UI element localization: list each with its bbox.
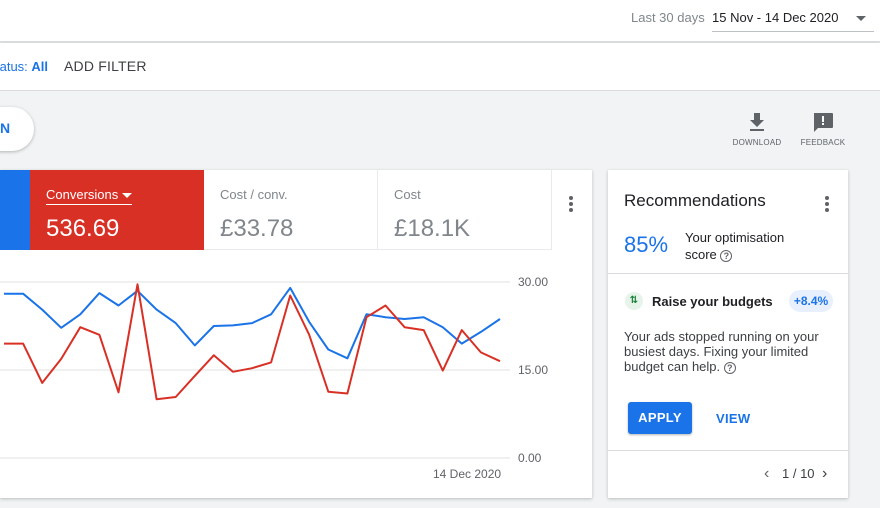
pager-count: 1 / 10: [782, 466, 815, 481]
optimisation-score-label: Your optimisation score ?: [685, 230, 785, 262]
help-icon[interactable]: ?: [720, 249, 733, 262]
divider: [608, 450, 848, 451]
series-line-1: [4, 283, 501, 401]
y-tick-label: 15.00: [518, 363, 548, 377]
date-range-label: Last 30 days: [631, 10, 705, 25]
download-label: DOWNLOAD: [732, 138, 782, 147]
date-range-value: 15 Nov - 14 Dec 2020: [712, 10, 839, 25]
y-tick-label: 30.00: [518, 275, 548, 289]
series-line-0: [4, 286, 501, 360]
top-bar: Last 30 days 15 Nov - 14 Dec 2020: [0, 0, 880, 42]
optimisation-score: 85%: [624, 232, 669, 257]
help-icon[interactable]: ?: [723, 361, 736, 374]
y-tick-label: 0.00: [518, 451, 542, 465]
feedback-button[interactable]: FEEDBACK: [795, 112, 851, 147]
filter-bar: tatus: All ADD FILTER: [0, 43, 880, 91]
chevron-left-icon[interactable]: ‹: [764, 465, 769, 483]
x-tick-label: 14 Dec 2020: [433, 467, 501, 481]
recommendation-title: Raise your budgets: [652, 294, 773, 309]
download-icon: [750, 113, 764, 131]
status-filter-label: tatus:: [0, 59, 28, 74]
recommendation-uplift-badge: +8.4%: [789, 290, 833, 312]
apply-button[interactable]: APPLY: [628, 402, 692, 434]
feedback-icon: [814, 113, 833, 132]
download-button[interactable]: DOWNLOAD: [729, 112, 785, 147]
new-campaign-button-label: N: [0, 120, 11, 136]
add-filter-button[interactable]: ADD FILTER: [64, 58, 147, 74]
recommendations-title: Recommendations: [624, 191, 766, 210]
status-filter-chip[interactable]: tatus: All: [0, 59, 48, 74]
feedback-label: FEEDBACK: [800, 138, 846, 147]
new-campaign-button[interactable]: N: [0, 107, 34, 151]
caret-down-icon: [856, 16, 866, 21]
date-range-select[interactable]: 15 Nov - 14 Dec 2020: [712, 5, 874, 32]
status-filter-value: All: [31, 59, 49, 74]
recommendation-description: Your ads stopped running on your busiest…: [624, 329, 819, 374]
chevron-right-icon[interactable]: ›: [822, 465, 827, 483]
divider: [608, 273, 848, 274]
line-chart: 30.00 15.00 0.00 14 Dec 2020: [0, 275, 548, 481]
recommendations-more-icon[interactable]: [819, 194, 835, 214]
recommendations-card: Recommendations 85% Your optimisation sc…: [608, 170, 848, 498]
view-button[interactable]: VIEW: [716, 411, 750, 426]
trending-up-icon: ⇅: [625, 292, 643, 310]
performance-chart-card: Conversions 536.69 Cost / conv. £33.78 C…: [0, 170, 592, 498]
